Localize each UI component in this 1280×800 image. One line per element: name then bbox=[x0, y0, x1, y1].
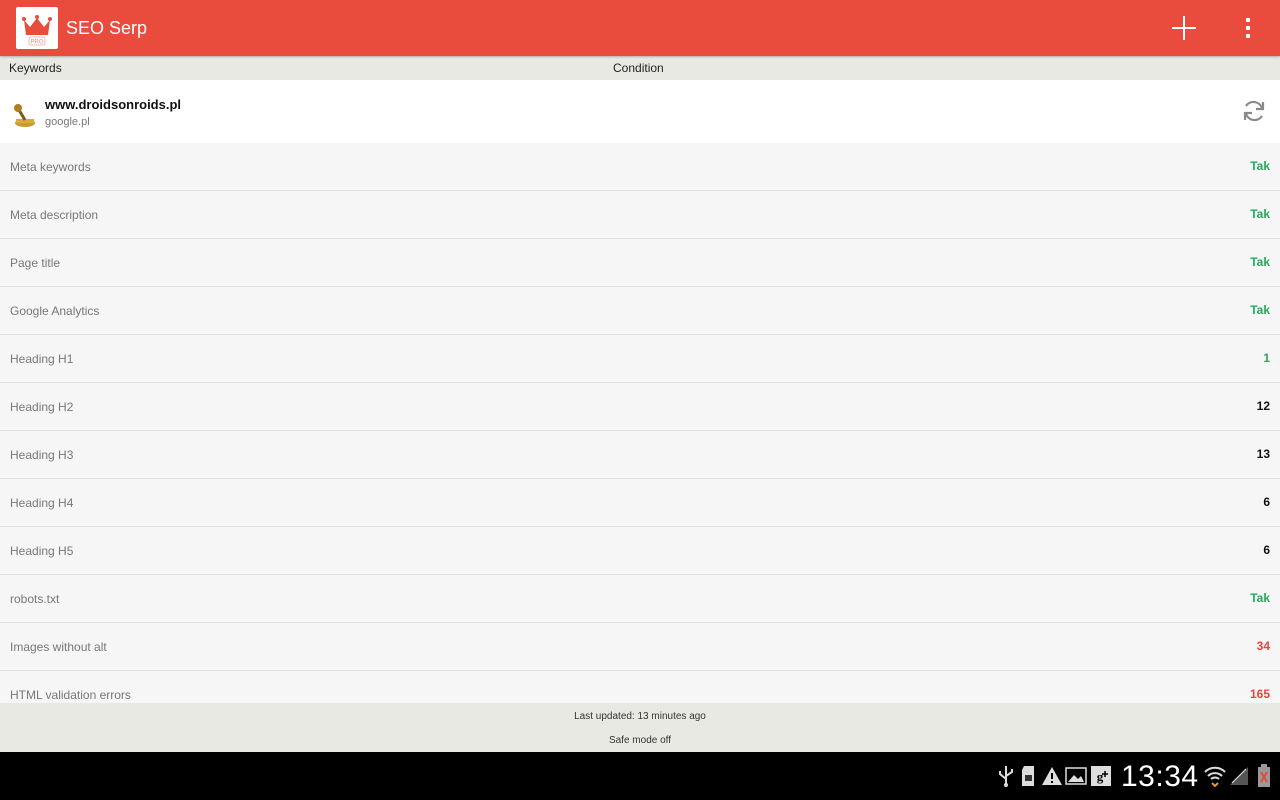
metric-value: Tak bbox=[1250, 255, 1270, 269]
metric-label: robots.txt bbox=[10, 592, 60, 606]
joystick-icon bbox=[14, 104, 35, 127]
svg-text:g: g bbox=[1097, 769, 1104, 784]
signal-icon bbox=[1229, 764, 1249, 788]
metric-label: Heading H4 bbox=[10, 496, 74, 510]
sd-card-icon bbox=[1019, 764, 1037, 788]
app-logo: PRO bbox=[16, 7, 58, 49]
wifi-icon bbox=[1202, 764, 1228, 788]
metric-row[interactable]: Heading H3 13 bbox=[0, 431, 1280, 479]
metric-label: Heading H3 bbox=[10, 448, 74, 462]
metric-row[interactable]: robots.txt Tak bbox=[0, 575, 1280, 623]
crown-icon: PRO bbox=[22, 15, 52, 46]
add-button[interactable] bbox=[1168, 12, 1200, 44]
metric-value: 12 bbox=[1256, 399, 1270, 413]
refresh-button[interactable] bbox=[1240, 97, 1268, 125]
metric-value: Tak bbox=[1250, 591, 1270, 605]
metric-row[interactable]: Google Analytics Tak bbox=[0, 287, 1280, 335]
site-card[interactable] bbox=[0, 80, 1280, 143]
app-bar: PRO SEO Serp bbox=[0, 0, 1280, 56]
metric-label: Heading H1 bbox=[10, 352, 74, 366]
metric-label: Heading H2 bbox=[10, 400, 74, 414]
google-plus-icon: g bbox=[1090, 764, 1112, 788]
status-footer: Last updated: 13 minutes ago Safe mode o… bbox=[0, 703, 1280, 752]
refresh-icon bbox=[1243, 100, 1265, 122]
battery-icon bbox=[1256, 764, 1272, 788]
site-icon bbox=[12, 102, 36, 128]
metrics-list[interactable]: Meta keywords Tak Meta description Tak Page … bbox=[0, 143, 1280, 703]
metric-label: Meta keywords bbox=[10, 160, 91, 174]
metric-value: 34 bbox=[1256, 639, 1270, 653]
metric-label: Heading H5 bbox=[10, 544, 74, 558]
metric-row[interactable]: Images without alt 34 bbox=[0, 623, 1280, 671]
metric-row[interactable]: HTML validation errors 165 bbox=[0, 671, 1280, 703]
metric-label: Page title bbox=[10, 256, 61, 270]
metric-label: HTML validation errors bbox=[10, 688, 131, 702]
gallery-icon bbox=[1065, 764, 1087, 788]
metric-label: Meta description bbox=[10, 208, 99, 222]
metric-value: 6 bbox=[1263, 495, 1270, 509]
metric-row[interactable]: Heading H1 1 bbox=[0, 335, 1280, 383]
app-title: SEO Serp bbox=[66, 18, 148, 38]
usb-icon bbox=[996, 764, 1016, 788]
clock: 13:34 bbox=[1121, 760, 1199, 793]
metric-row[interactable]: Page title Tak bbox=[0, 239, 1280, 287]
safe-mode-text: Safe mode off bbox=[608, 735, 672, 746]
svg-text:PRO: PRO bbox=[30, 40, 43, 46]
metric-value: 1 bbox=[1263, 351, 1270, 365]
column-keywords: Keywords bbox=[9, 61, 62, 75]
last-updated-text: Last updated: 13 minutes ago bbox=[574, 711, 706, 722]
site-search-engine: google.pl bbox=[45, 116, 90, 128]
overflow-menu-icon bbox=[1246, 18, 1250, 38]
metric-value: Tak bbox=[1250, 159, 1270, 173]
metric-value: 6 bbox=[1263, 543, 1270, 557]
warning-icon bbox=[1041, 764, 1063, 788]
metric-row[interactable]: Heading H2 12 bbox=[0, 383, 1280, 431]
column-condition: Condition bbox=[613, 61, 664, 75]
site-url: www.droidsonroids.pl bbox=[45, 97, 182, 112]
overflow-menu-button[interactable] bbox=[1236, 12, 1260, 44]
metric-row[interactable]: Meta description Tak bbox=[0, 191, 1280, 239]
metric-value: 165 bbox=[1249, 687, 1270, 701]
metric-row[interactable]: Meta keywords Tak bbox=[0, 143, 1280, 191]
metric-value: 13 bbox=[1256, 447, 1270, 461]
metric-value: Tak bbox=[1250, 207, 1270, 221]
metric-value: Tak bbox=[1250, 303, 1270, 317]
system-nav-bar bbox=[0, 752, 1280, 800]
metric-label: Images without alt bbox=[10, 640, 107, 654]
plus-icon bbox=[1172, 16, 1196, 40]
metric-row[interactable]: Heading H5 6 bbox=[0, 527, 1280, 575]
column-header: Keywords Condition bbox=[0, 56, 1280, 80]
metric-label: Google Analytics bbox=[10, 304, 100, 318]
metric-row[interactable]: Heading H4 6 bbox=[0, 479, 1280, 527]
